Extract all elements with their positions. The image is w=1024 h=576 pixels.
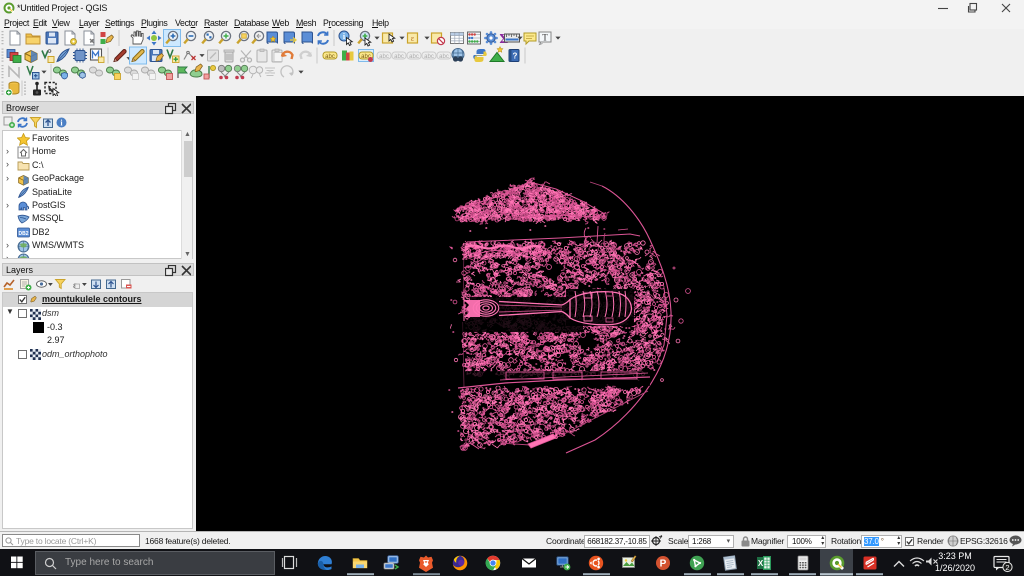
- svg-text:abc: abc: [394, 54, 404, 60]
- svg-text:2: 2: [1005, 563, 1009, 572]
- svg-text:X: X: [758, 559, 764, 568]
- svg-text:?: ?: [513, 52, 518, 61]
- svg-text:abc: abc: [325, 54, 335, 60]
- svg-text:abc: abc: [409, 54, 419, 60]
- svg-text:abc: abc: [424, 54, 434, 60]
- svg-text:abc: abc: [439, 54, 449, 60]
- svg-text:T: T: [542, 33, 548, 43]
- svg-text:DB2: DB2: [18, 231, 28, 237]
- svg-text:abc: abc: [379, 54, 389, 60]
- svg-text:P: P: [660, 559, 667, 570]
